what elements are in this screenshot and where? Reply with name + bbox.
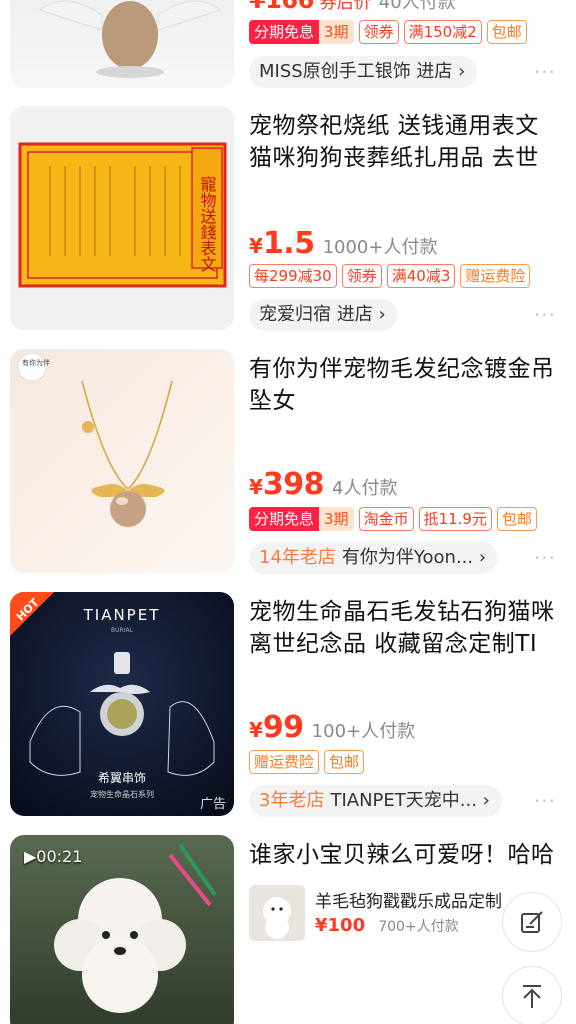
- free-shipping-tag: 包邮: [496, 507, 537, 531]
- shop-link[interactable]: 宠爱归宿 进店 ›: [249, 299, 398, 331]
- installment-badge: 分期免息 3期: [249, 20, 354, 44]
- shop-link[interactable]: 14年老店 有你为伴Yoon... ›: [249, 542, 499, 574]
- video-duration: ▶00:21: [24, 847, 83, 866]
- free-shipping-tag: 包邮: [324, 750, 365, 774]
- discount-tag: 满150减2: [403, 20, 482, 44]
- shop-link[interactable]: 3年老店 TIANPET天宠中... ›: [249, 785, 502, 817]
- price: 99: [262, 710, 304, 745]
- price-row: ¥166 券后价 40人付款: [249, 0, 566, 14]
- product-title[interactable]: 宠物生命晶石毛发钻石狗猫咪离世纪念品 收藏留念定制TI: [249, 596, 566, 660]
- product-card[interactable]: 寵物送錢表文 宠物祭祀烧纸 送钱通用表文 猫咪狗狗丧葬纸扎用品 去世 ¥ 1.5…: [0, 106, 576, 332]
- related-product-image: [249, 885, 305, 941]
- price-row: ¥ 99 100+人付款: [249, 710, 415, 745]
- sales-count: 4人付款: [332, 478, 398, 499]
- more-options-icon[interactable]: ···: [534, 789, 556, 813]
- installment-period: 3期: [319, 507, 354, 531]
- brand-badge: 有你为伴: [22, 358, 50, 367]
- product-name-on-image: 希翼串饰: [98, 770, 146, 785]
- paper-title: 寵物送錢表文: [198, 175, 217, 272]
- price-row: ¥ 1.5 1000+人付款: [249, 226, 437, 261]
- ad-label: 广告: [199, 797, 226, 812]
- currency-symbol: ¥: [249, 475, 263, 499]
- angel-cat-image: [38, 0, 222, 78]
- product-image[interactable]: [10, 0, 234, 88]
- product-title[interactable]: 有你为伴宠物毛发纪念镀金吊坠女: [249, 353, 566, 417]
- pendant-image: 有你为伴: [17, 352, 173, 527]
- shipping-insurance-tag: 赠运费险: [249, 750, 320, 774]
- installment-label: 分期免息: [249, 507, 320, 531]
- coupon-tag[interactable]: 领券: [341, 264, 382, 288]
- shop-age: 14年老店: [259, 547, 336, 568]
- free-shipping-tag: 包邮: [486, 20, 527, 44]
- taojinbi-tag: 淘金币: [358, 507, 414, 531]
- crystal-pendant-image: HOT TIANPET BURIAL 希翼串饰 宠物生命晶石系列: [10, 592, 215, 799]
- shipping-insurance-tag: 赠运费险: [460, 264, 531, 288]
- product-card[interactable]: 有你为伴 有你为伴宠物毛发纪念镀金吊坠女 ¥ 398 4人付款 分期免息 3期 …: [0, 349, 576, 575]
- shop-name: MISS原创手工银饰 进店: [259, 61, 453, 82]
- price-suffix: 券后价: [319, 0, 371, 13]
- related-price-row: ¥100 700+人付款: [315, 915, 459, 936]
- product-card[interactable]: HOT TIANPET BURIAL 希翼串饰 宠物生命晶石系列 广告 宠物生命…: [0, 592, 576, 818]
- coin-discount-tag: 抵11.9元: [418, 507, 492, 531]
- back-to-top-icon: [523, 985, 541, 1008]
- sales-count: 40人付款: [378, 0, 456, 13]
- coupon-tag[interactable]: 领券: [358, 20, 399, 44]
- shop-name: 有你为伴Yoon...: [341, 547, 474, 568]
- price: ¥166: [249, 0, 314, 14]
- currency-symbol: ¥: [249, 234, 263, 258]
- tag-row: 赠运费险 包邮: [249, 750, 365, 774]
- product-image[interactable]: 有你为伴: [10, 349, 234, 573]
- more-options-icon[interactable]: ···: [534, 546, 556, 570]
- shop-name: 宠爱归宿 进店: [259, 304, 373, 325]
- video-title[interactable]: 谁家小宝贝辣么可爱呀！哈哈: [249, 839, 566, 871]
- sales-count: 100+人付款: [311, 721, 416, 742]
- video-card[interactable]: ▶00:21 谁家小宝贝辣么可爱呀！哈哈 羊毛毡狗戳戳乐成品定制 ¥100 70…: [0, 835, 576, 1024]
- tag-row: 分期免息 3期 领券 满150减2 包邮: [249, 20, 527, 44]
- related-sales: 700+人付款: [378, 919, 459, 935]
- tag-row: 分期免息 3期 淘金币 抵11.9元 包邮: [249, 507, 537, 531]
- brand-subtext: BURIAL: [111, 627, 134, 634]
- tag-row: 每299减30 领券 满40减3 赠运费险: [249, 264, 531, 288]
- currency-symbol: ¥: [249, 718, 263, 742]
- price: 1.5: [262, 226, 315, 261]
- related-product[interactable]: 羊毛毡狗戳戳乐成品定制 ¥100 700+人付款: [249, 885, 509, 945]
- sales-count: 1000+人付款: [322, 237, 438, 258]
- price: 398: [262, 467, 325, 502]
- installment-period: 3期: [319, 20, 354, 44]
- shop-link[interactable]: MISS原创手工银饰 进店 ›: [249, 56, 478, 88]
- back-to-top-button[interactable]: [502, 966, 562, 1024]
- edit-icon: [521, 911, 543, 933]
- shop-age: 3年老店: [259, 790, 325, 811]
- video-thumbnail[interactable]: ▶00:21: [10, 835, 234, 1024]
- more-options-icon[interactable]: ···: [534, 303, 556, 327]
- product-title[interactable]: 宠物祭祀烧纸 送钱通用表文 猫咪狗狗丧葬纸扎用品 去世: [249, 110, 566, 174]
- related-product-title: 羊毛毡狗戳戳乐成品定制: [315, 892, 502, 912]
- discount-tag: 满40减3: [386, 264, 456, 288]
- edit-button[interactable]: [502, 892, 562, 952]
- related-price: ¥100: [315, 915, 366, 936]
- store-discount-tag: 每299减30: [249, 264, 337, 288]
- more-options-icon[interactable]: ···: [534, 60, 556, 84]
- related-dog-thumb: [263, 897, 291, 939]
- installment-badge: 分期免息 3期: [249, 507, 354, 531]
- product-image[interactable]: 寵物送錢表文: [10, 106, 234, 330]
- price-row: ¥ 398 4人付款: [249, 467, 398, 502]
- installment-label: 分期免息: [249, 20, 320, 44]
- shop-name: TIANPET天宠中...: [330, 790, 477, 811]
- series-name-on-image: 宠物生命晶石系列: [90, 789, 154, 799]
- brand-text: TIANPET: [83, 606, 161, 624]
- paper-offering-image: 寵物送錢表文: [18, 142, 227, 288]
- product-image[interactable]: HOT TIANPET BURIAL 希翼串饰 宠物生命晶石系列 广告: [10, 592, 234, 816]
- product-card[interactable]: ¥166 券后价 40人付款 分期免息 3期 领券 满150减2 包邮 MISS…: [0, 0, 576, 100]
